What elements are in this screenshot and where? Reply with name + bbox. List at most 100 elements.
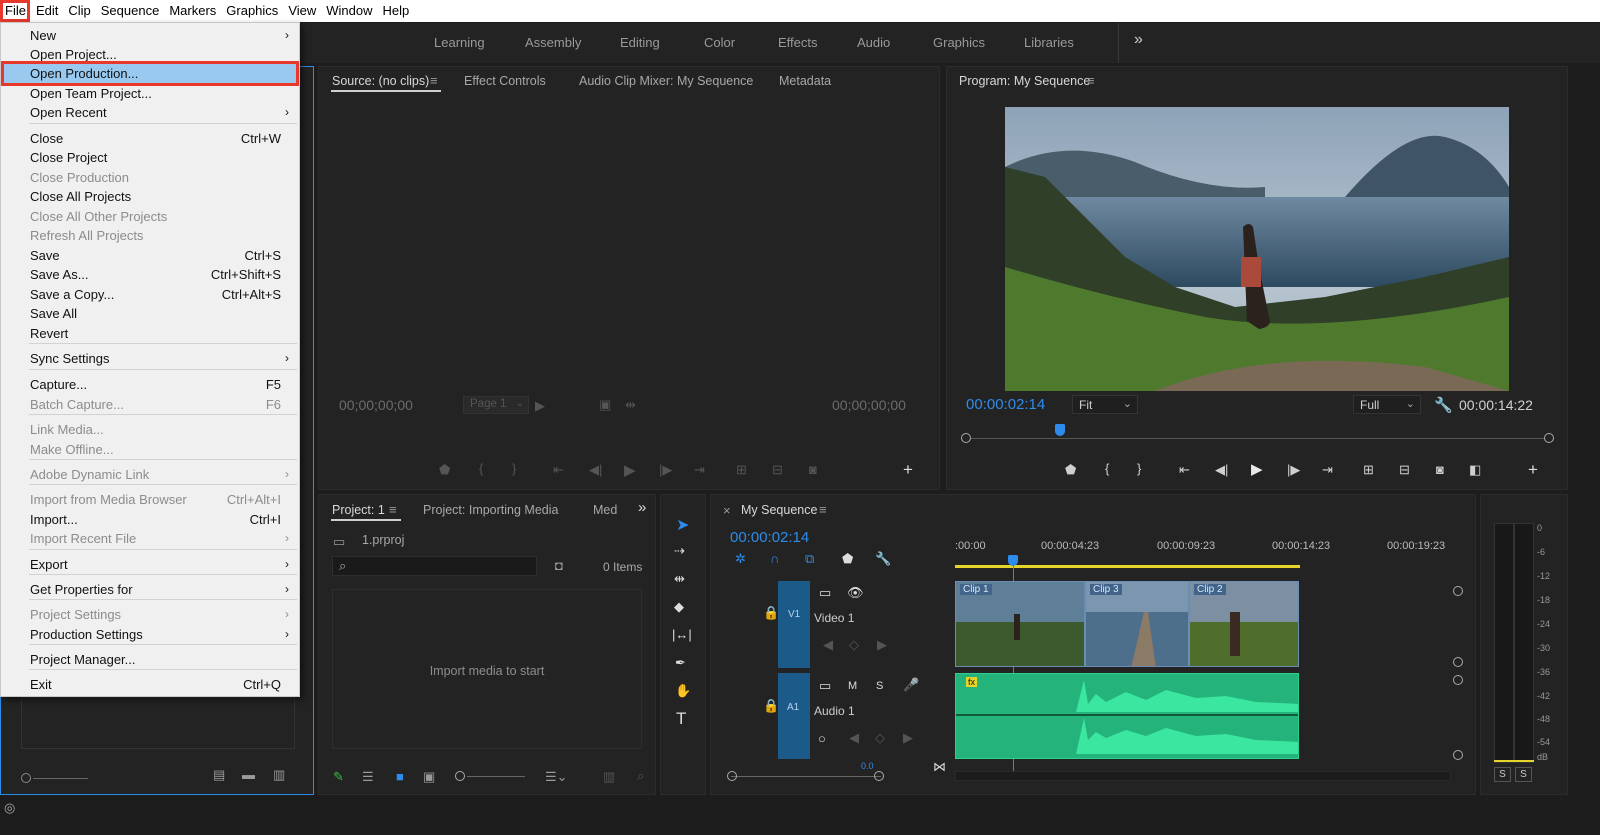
sequence-title[interactable]: My Sequence xyxy=(741,503,817,517)
eye-icon[interactable]: 👁 xyxy=(847,585,864,601)
add-marker-icon[interactable]: ⬟ xyxy=(842,551,853,567)
step-back-icon[interactable]: ◀| xyxy=(589,462,602,478)
source-fit-icon[interactable]: ⇹ xyxy=(625,397,636,413)
zoom-slider-handle[interactable] xyxy=(21,773,31,783)
mute-button[interactable]: M xyxy=(848,680,857,692)
file-menu-item[interactable]: Save a Copy... Ctrl+Alt+S xyxy=(1,285,299,304)
program-timecode[interactable]: 00:00:02:14 xyxy=(966,396,1045,413)
selection-tool-icon[interactable]: ➤ xyxy=(676,515,689,535)
timeline-menu-icon[interactable]: ≡ xyxy=(819,502,827,517)
tab-metadata[interactable]: Metadata xyxy=(779,74,831,88)
timeline-settings-icon[interactable]: 🔧 xyxy=(875,551,891,567)
menu-sequence[interactable]: Sequence xyxy=(96,0,165,22)
new-item-icon[interactable]: ▤ xyxy=(213,767,225,783)
step-forward-icon[interactable]: |▶ xyxy=(659,462,672,478)
prev-keyframe-icon[interactable]: ◀ xyxy=(849,730,859,746)
workspaces-overflow-icon[interactable]: » xyxy=(1134,31,1143,49)
list-view-icon[interactable]: ☰ xyxy=(362,769,374,785)
workspace-audio[interactable]: Audio xyxy=(857,35,890,50)
file-menu-item[interactable]: Export › xyxy=(1,555,299,574)
sync-lock-icon[interactable]: ▭ xyxy=(819,585,831,601)
workspace-color[interactable]: Color xyxy=(704,35,735,50)
file-menu-item[interactable]: Revert xyxy=(1,324,299,343)
find-small-icon[interactable]: ⌕ xyxy=(637,768,644,784)
audio-clip[interactable]: fx xyxy=(955,673,1299,759)
keyframe-icon[interactable]: ◇ xyxy=(875,730,885,746)
timeline-horizontal-scrollbar[interactable] xyxy=(955,771,1451,781)
add-button-icon[interactable]: + xyxy=(1528,460,1538,480)
close-icon[interactable]: × xyxy=(723,503,731,518)
workspace-effects[interactable]: Effects xyxy=(778,35,818,50)
lock-icon[interactable]: 🔒 xyxy=(763,698,779,714)
keyframe-icon[interactable]: ◇ xyxy=(849,637,859,653)
step-back-icon[interactable]: ◀| xyxy=(1215,462,1228,478)
play-icon[interactable]: ▶ xyxy=(1251,460,1263,478)
tab-project-1[interactable]: Project: 1 xyxy=(332,503,385,517)
work-area-bar[interactable] xyxy=(955,565,1300,568)
file-menu-item[interactable]: Save All xyxy=(1,304,299,323)
lock-icon[interactable]: 🔒 xyxy=(763,605,779,621)
microphone-icon[interactable]: 🎤 xyxy=(903,677,919,693)
automate-icon[interactable]: ▥ xyxy=(603,769,615,785)
go-to-out-icon[interactable]: ⇥ xyxy=(694,462,705,478)
mark-out-icon[interactable]: } xyxy=(512,461,516,476)
next-page-icon[interactable]: ▶ xyxy=(535,398,545,414)
timeline-zoom-track[interactable] xyxy=(731,776,881,777)
file-menu-item[interactable]: Exit Ctrl+Q xyxy=(1,675,299,694)
project-menu-icon[interactable]: ≡ xyxy=(389,502,397,517)
add-marker-icon[interactable]: ⬟ xyxy=(1065,462,1076,478)
workspace-graphics[interactable]: Graphics xyxy=(933,35,985,50)
find-icon[interactable]: ◘ xyxy=(555,558,563,573)
freeform-view-icon[interactable]: ▣ xyxy=(423,769,435,785)
add-marker-icon[interactable]: ⬟ xyxy=(439,462,450,478)
menu-help[interactable]: Help xyxy=(378,0,415,22)
type-tool-icon[interactable]: T xyxy=(676,709,686,729)
file-menu-item[interactable]: Open Recent › xyxy=(1,103,299,122)
tab-media-browser[interactable]: Med xyxy=(593,503,617,517)
program-title[interactable]: Program: My Sequence xyxy=(959,74,1090,88)
zoom-select[interactable]: Fit ⌄ xyxy=(1072,395,1138,414)
solo-right-button[interactable]: S xyxy=(1515,767,1532,782)
program-scrubber-track[interactable] xyxy=(961,438,1551,439)
icon-view-icon[interactable]: ■ xyxy=(396,769,404,784)
media-drop-area[interactable]: Import media to start xyxy=(332,589,642,749)
scrubber-end-handle[interactable] xyxy=(1544,433,1554,443)
camera-icon[interactable]: ◙ xyxy=(809,462,817,477)
project-search-input[interactable]: ⌕ xyxy=(332,556,537,576)
lift-icon[interactable]: ⊞ xyxy=(1363,462,1374,478)
audio-scroll-handle-bottom[interactable] xyxy=(1453,750,1463,760)
panels-overflow-icon[interactable]: » xyxy=(638,499,646,516)
menu-graphics[interactable]: Graphics xyxy=(221,0,283,22)
thumb-size-handle[interactable] xyxy=(455,771,465,781)
zoom-slider-track[interactable] xyxy=(33,778,88,779)
program-menu-icon[interactable]: ≡ xyxy=(1087,73,1095,88)
mark-out-icon[interactable]: } xyxy=(1137,461,1141,476)
play-icon[interactable]: ▶ xyxy=(624,461,636,479)
a1-target[interactable]: A1 xyxy=(778,673,810,759)
page-select[interactable]: Page 1 ⌄ xyxy=(463,396,529,414)
clip-1[interactable]: Clip 1 xyxy=(955,581,1085,667)
pen-tool-icon[interactable]: ✒ xyxy=(675,655,686,671)
trash-icon[interactable]: ▥ xyxy=(273,767,285,783)
workspace-learning[interactable]: Learning xyxy=(434,35,485,50)
step-forward-icon[interactable]: |▶ xyxy=(1287,462,1300,478)
file-menu-item[interactable]: Save As... Ctrl+Shift+S xyxy=(1,265,299,284)
menu-clip[interactable]: Clip xyxy=(63,0,95,22)
file-menu-item[interactable]: Close All Projects xyxy=(1,187,299,206)
track-select-tool-icon[interactable]: ⇢ xyxy=(674,543,685,559)
timeline-zoom-end[interactable] xyxy=(874,771,884,781)
next-keyframe-icon[interactable]: ▶ xyxy=(877,637,887,653)
clip-3[interactable]: Clip 3 xyxy=(1085,581,1189,667)
creative-cloud-icon[interactable]: ◎ xyxy=(4,800,15,816)
add-button-icon[interactable]: + xyxy=(903,460,913,480)
file-menu-item[interactable]: Save Ctrl+S xyxy=(1,246,299,265)
menu-edit[interactable]: Edit xyxy=(31,0,63,22)
source-timecode-in[interactable]: 00;00;00;00 xyxy=(339,397,413,413)
prev-keyframe-icon[interactable]: ◀ xyxy=(823,637,833,653)
hand-tool-icon[interactable]: ✋ xyxy=(675,683,691,699)
timeline-timecode[interactable]: 00:00:02:14 xyxy=(730,529,809,546)
menu-view[interactable]: View xyxy=(283,0,321,22)
file-menu-item[interactable]: Production Settings › xyxy=(1,625,299,644)
file-menu-item[interactable]: Sync Settings › xyxy=(1,349,299,368)
camera-icon[interactable]: ◙ xyxy=(1436,462,1444,477)
